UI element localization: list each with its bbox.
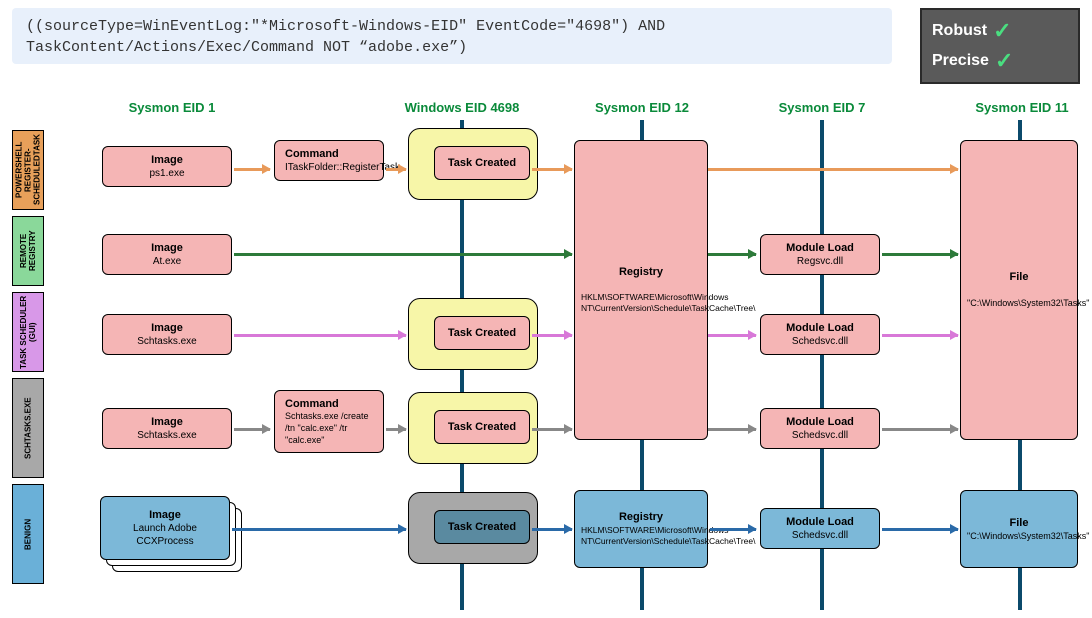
arrow xyxy=(710,528,756,531)
badge-label: Robust xyxy=(932,22,987,40)
node-title: Registry xyxy=(581,510,701,525)
node-sub: Schtasks.exe xyxy=(137,336,196,347)
node-task-created: Task Created xyxy=(434,410,530,444)
node-sub: Schedsvc.dll xyxy=(792,430,848,441)
arrow xyxy=(386,168,406,171)
row-label-powershell: POWERSHELL REGISTER-SCHEDULEDTASK xyxy=(12,130,44,210)
node-sub: HKLM\SOFTWARE\Microsoft\Windows NT\Curre… xyxy=(581,292,701,315)
node-image-schtasks: Image Schtasks.exe xyxy=(102,408,232,449)
arrow xyxy=(234,428,270,431)
arrow xyxy=(234,168,270,171)
node-title: Image xyxy=(151,322,183,334)
badge-precise: Precise ✓ xyxy=(932,46,1068,76)
check-icon: ✓ xyxy=(993,18,1011,44)
col-header-sysmon1: Sysmon EID 1 xyxy=(112,100,232,115)
node-sub: Launch Adobe CCXProcess xyxy=(109,522,221,548)
node-file-malicious: File "C:\Windows\System32\Tasks" xyxy=(960,140,1078,440)
query-expression: ((sourceType=WinEventLog:"*Microsoft-Win… xyxy=(12,8,892,64)
node-title: Image xyxy=(151,242,183,254)
node-image-at: Image At.exe xyxy=(102,234,232,275)
node-task-created-benign: Task Created xyxy=(434,510,530,544)
arrow xyxy=(532,168,572,171)
check-icon: ✓ xyxy=(995,48,1013,74)
row-label-task-scheduler: TASK SCHEDULER (GUI) xyxy=(12,292,44,372)
node-task-created: Task Created xyxy=(434,316,530,350)
col-header-sysmon7: Sysmon EID 7 xyxy=(762,100,882,115)
node-title: Image xyxy=(109,508,221,522)
node-sub: "C:\Windows\System32\Tasks" xyxy=(967,297,1071,309)
node-title: Module Load xyxy=(786,242,854,254)
node-title: Command xyxy=(285,148,339,160)
badge-label: Precise xyxy=(932,52,989,70)
node-title: Command xyxy=(285,398,339,410)
node-title: Module Load xyxy=(786,416,854,428)
arrow xyxy=(532,528,572,531)
node-title: Image xyxy=(151,416,183,428)
node-image-schtasks-gui: Image Schtasks.exe xyxy=(102,314,232,355)
node-command-itaskfolder: CommandITaskFolder::RegisterTask xyxy=(274,140,384,181)
arrow xyxy=(882,528,958,531)
arrow xyxy=(708,334,756,337)
node-sub: ITaskFolder::RegisterTask xyxy=(285,162,400,173)
node-title: Module Load xyxy=(786,322,854,334)
flow-diagram: Sysmon EID 1 Windows EID 4698 Sysmon EID… xyxy=(12,100,1080,610)
arrow xyxy=(882,253,958,256)
arrow xyxy=(234,334,406,337)
node-sub: Schtasks.exe /create /tn "calc.exe" /tr … xyxy=(285,411,369,444)
badge-robust: Robust ✓ xyxy=(932,16,1068,46)
node-sub: ps1.exe xyxy=(149,168,184,179)
node-registry-malicious: Registry HKLM\SOFTWARE\Microsoft\Windows … xyxy=(574,140,708,440)
node-task-created: Task Created xyxy=(434,146,530,180)
node-title: Module Load xyxy=(786,516,854,528)
node-sub: Regsvc.dll xyxy=(797,256,843,267)
node-title: Image xyxy=(151,154,183,166)
node-image-ps1: Image ps1.exe xyxy=(102,146,232,187)
node-registry-benign: RegistryHKLM\SOFTWARE\Microsoft\Windows … xyxy=(574,490,708,568)
col-header-sysmon12: Sysmon EID 12 xyxy=(582,100,702,115)
node-file-benign: File"C:\Windows\System32\Tasks" xyxy=(960,490,1078,568)
arrow xyxy=(532,334,572,337)
node-title: Registry xyxy=(581,265,701,280)
arrow xyxy=(708,253,756,256)
node-sub: Schedsvc.dll xyxy=(792,336,848,347)
arrow xyxy=(386,428,406,431)
node-module-schedsvc: Module Load Schedsvc.dll xyxy=(760,314,880,355)
node-module-regsvc: Module Load Regsvc.dll xyxy=(760,234,880,275)
row-label-schtasks: SCHTASKS.EXE xyxy=(12,378,44,478)
node-sub: At.exe xyxy=(153,256,181,267)
row-label-benign: BENIGN xyxy=(12,484,44,584)
node-title: File xyxy=(967,516,1071,531)
quality-badges: Robust✓ Precise✓ xyxy=(920,8,1080,84)
node-sub: "C:\Windows\System32\Tasks" xyxy=(967,530,1071,542)
node-sub: HKLM\SOFTWARE\Microsoft\Windows NT\Curre… xyxy=(581,525,701,548)
arrow xyxy=(232,528,406,531)
row-label-remote-registry: REMOTE REGISTRY xyxy=(12,216,44,286)
node-module-schedsvc-benign: Module Load Schedsvc.dll xyxy=(760,508,880,549)
node-sub: Schedsvc.dll xyxy=(792,530,848,541)
arrow xyxy=(708,428,756,431)
arrow xyxy=(708,168,958,171)
node-module-schedsvc: Module Load Schedsvc.dll xyxy=(760,408,880,449)
col-header-sysmon11: Sysmon EID 11 xyxy=(962,100,1082,115)
arrow xyxy=(234,253,572,256)
node-sub: Schtasks.exe xyxy=(137,430,196,441)
node-image-adobe: ImageLaunch Adobe CCXProcess xyxy=(100,496,230,560)
node-command-schtasks: CommandSchtasks.exe /create /tn "calc.ex… xyxy=(274,390,384,453)
col-header-win4698: Windows EID 4698 xyxy=(392,100,532,115)
node-title: File xyxy=(967,270,1071,285)
arrow xyxy=(882,428,958,431)
arrow xyxy=(882,334,958,337)
arrow xyxy=(532,428,572,431)
